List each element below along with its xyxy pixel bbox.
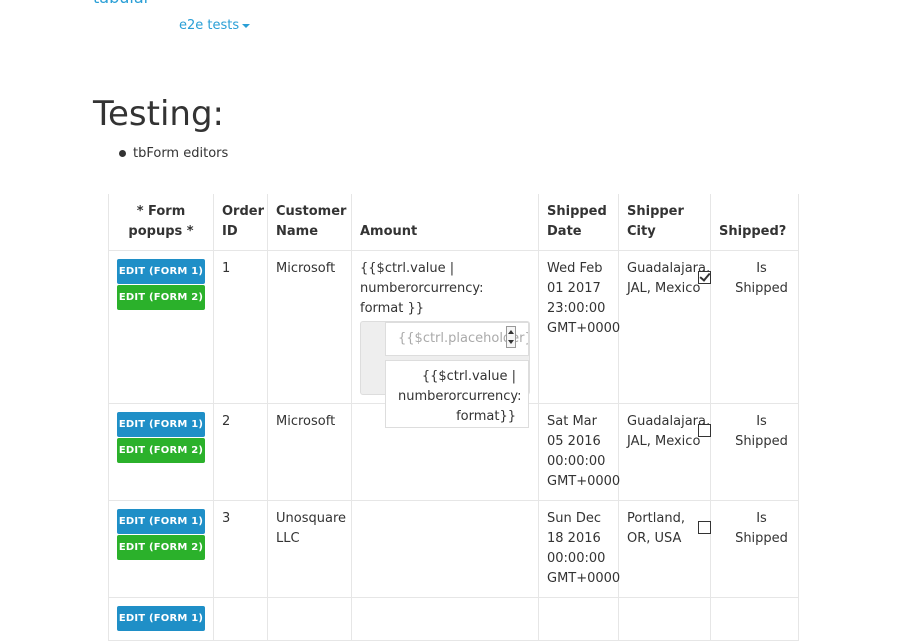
shipper-city-cell: Guadalajara, JAL, Mexico	[618, 250, 711, 404]
column-header-shipped[interactable]: Shipped?	[710, 194, 799, 251]
form-popups-cell: EDIT (FORM 1)	[108, 597, 214, 641]
edit-form1-button[interactable]: EDIT (FORM 1)	[117, 606, 205, 631]
shipper-city-cell	[618, 597, 711, 641]
shipped-date-cell	[538, 597, 619, 641]
shipped-cell: Is Shipped	[698, 250, 799, 404]
amount-template-text: {{$ctrl.value | numberorcurrency: format…	[360, 261, 484, 316]
e2e-tests-dropdown-label: e2e tests	[179, 18, 240, 33]
table-row: EDIT (FORM 1) EDIT (FORM 2) 1 Microsoft …	[108, 250, 799, 428]
list-item: tbForm editors	[117, 144, 228, 164]
amount-cell: {{$ctrl.value | numberorcurrency: format…	[351, 250, 539, 428]
testing-list: tbForm editors	[117, 144, 228, 164]
customer-name-cell: Microsoft	[267, 250, 352, 404]
shipped-checkbox[interactable]	[698, 424, 711, 437]
form-popups-cell: EDIT (FORM 1) EDIT (FORM 2)	[108, 403, 214, 501]
edit-form2-button[interactable]: EDIT (FORM 2)	[117, 438, 205, 463]
order-id-cell: 3	[213, 500, 268, 598]
shipper-city-cell: Guadalajara, JAL, Mexico	[618, 403, 711, 501]
shipped-checkbox[interactable]	[698, 271, 711, 284]
amount-cell	[351, 597, 539, 641]
table-header-row: * Form popups * Order ID Customer Name A…	[108, 194, 799, 251]
spinner-up-icon[interactable]	[508, 330, 514, 334]
shipped-cell	[710, 597, 799, 641]
shipped-date-cell: Sun Dec 18 2016 00:00:00 GMT+0000	[538, 500, 620, 598]
table-row: EDIT (FORM 1) EDIT (FORM 2) 3 Unosquare …	[108, 500, 799, 598]
shipped-cell: Is Shipped	[698, 403, 799, 501]
amount-cell	[351, 500, 539, 598]
customer-name-cell: Microsoft	[267, 403, 352, 501]
customer-name-cell	[267, 597, 352, 641]
amount-editor-display: {{$ctrl.value | numberorcurrency: format…	[385, 360, 529, 428]
edit-form2-button[interactable]: EDIT (FORM 2)	[117, 285, 205, 310]
tbform-number-editor: {{$ctrl.placeholder}} {{$ctrl.value | nu…	[360, 321, 530, 428]
caret-down-icon	[242, 23, 251, 28]
edit-form1-button[interactable]: EDIT (FORM 1)	[117, 509, 205, 534]
shipped-checkbox[interactable]	[698, 521, 711, 534]
number-spinner[interactable]	[506, 326, 516, 348]
column-header-form-popups: * Form popups *	[108, 194, 214, 251]
edit-form1-button[interactable]: EDIT (FORM 1)	[117, 412, 205, 437]
shipped-date-cell: Wed Feb 01 2017 23:00:00 GMT+0000	[538, 250, 620, 404]
e2e-tests-dropdown[interactable]: e2e tests	[179, 17, 251, 35]
table-row: EDIT (FORM 1)	[108, 597, 799, 641]
shipped-cell: Is Shipped	[698, 500, 799, 598]
spinner-down-icon[interactable]	[508, 340, 514, 344]
edit-form2-button[interactable]: EDIT (FORM 2)	[117, 535, 205, 560]
form-popups-cell: EDIT (FORM 1) EDIT (FORM 2)	[108, 250, 214, 404]
shipped-label: Is Shipped	[735, 511, 788, 546]
column-header-amount[interactable]: Amount	[351, 194, 539, 251]
orders-table: * Form popups * Order ID Customer Name A…	[108, 194, 799, 641]
edit-form1-button[interactable]: EDIT (FORM 1)	[117, 259, 205, 284]
brand-link[interactable]: tabular	[93, 0, 150, 8]
column-header-shipped-date[interactable]: Shipped Date	[538, 194, 619, 251]
column-header-order-id[interactable]: Order ID	[213, 194, 268, 251]
order-id-cell: 2	[213, 403, 268, 501]
column-header-shipper-city[interactable]: Shipper City	[618, 194, 711, 251]
shipped-label: Is Shipped	[735, 414, 788, 449]
order-id-cell	[213, 597, 268, 641]
column-header-customer-name[interactable]: Customer Name	[267, 194, 352, 251]
orders-grid: * Form popups * Order ID Customer Name A…	[108, 194, 799, 641]
order-id-cell: 1	[213, 250, 268, 404]
page-title: Testing:	[93, 94, 224, 134]
shipper-city-cell: Portland, OR, USA	[618, 500, 711, 598]
form-popups-cell: EDIT (FORM 1) EDIT (FORM 2)	[108, 500, 214, 598]
customer-name-cell: Unosquare LLC	[267, 500, 352, 598]
shipped-label: Is Shipped	[735, 261, 788, 296]
shipped-date-cell: Sat Mar 05 2016 00:00:00 GMT+0000	[538, 403, 620, 501]
